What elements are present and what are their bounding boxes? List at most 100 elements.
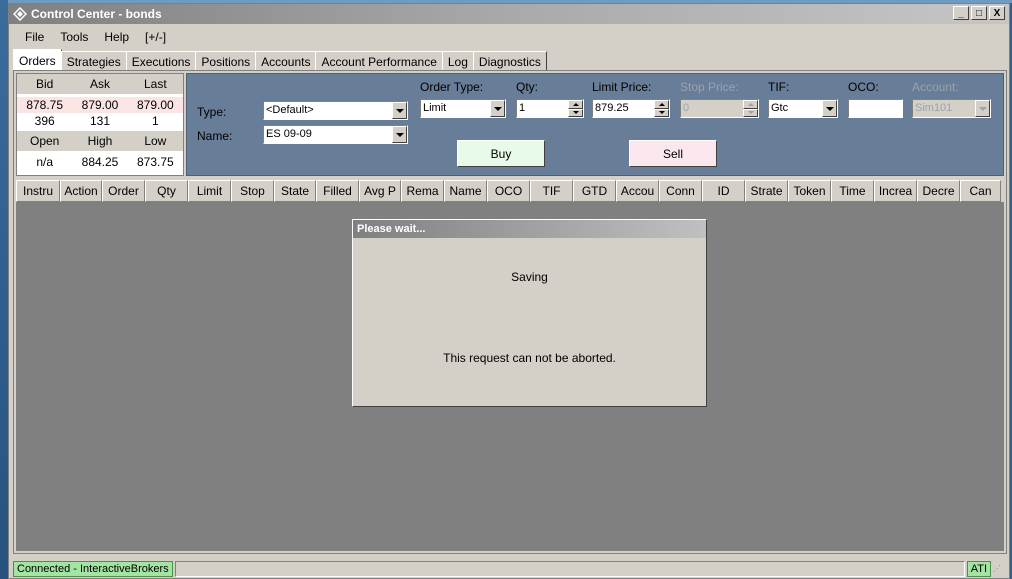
quote-header-bid-ask-last: Bid Ask Last [17,74,183,94]
column-header[interactable]: Accou [616,180,659,202]
column-header[interactable]: Limit [188,180,231,202]
column-header[interactable]: Token [788,180,831,202]
tab-strip: Orders Strategies Executions Positions A… [13,49,547,71]
column-header[interactable]: Conn [659,180,702,202]
tab-accounts[interactable]: Accounts [255,51,317,71]
column-header[interactable]: Can [960,180,1001,202]
tab-log[interactable]: Log [441,51,474,71]
type-label: Type: [197,105,227,119]
menu-help[interactable]: Help [96,30,137,44]
close-button[interactable]: X [989,6,1005,20]
quote-size-row: 396 131 1 [17,113,183,129]
quote-price-row: 878.75 879.00 879.00 [17,97,183,113]
stop-price-value: 0 [683,102,690,114]
status-bar: Connected - InteractiveBrokers ATI ⋰ [9,559,1009,579]
column-header[interactable]: Avg P [359,180,401,202]
menu-tools[interactable]: Tools [52,30,96,44]
oco-label: OCO: [848,80,879,94]
ask-label: Ask [89,77,110,91]
dialog-title: Please wait... [353,220,706,238]
minimize-button[interactable]: _ [953,6,969,20]
column-header[interactable]: Action [60,180,102,202]
column-header[interactable]: Increa [874,180,917,202]
limit-price-stepper[interactable]: 879.25 [592,99,670,118]
qty-label: Qty: [516,80,539,94]
column-header[interactable]: Qty [145,180,188,202]
tab-orders[interactable]: Orders [13,49,62,71]
column-header[interactable]: Order [102,180,145,202]
please-wait-dialog: Please wait... Saving This request can n… [352,219,707,407]
qty-stepper[interactable]: 1 [516,99,584,118]
low-label: Low [144,134,167,148]
chevron-down-icon [392,102,407,119]
name-dropdown[interactable]: ES 09-09 [263,125,408,144]
chevron-down-icon [975,100,990,117]
chevron-down-icon [392,126,407,143]
window-title: Control Center - bonds [31,7,162,21]
account-label: Account: [912,80,959,94]
column-header[interactable]: State [274,180,316,202]
status-message-area [174,561,965,577]
column-header[interactable]: Decre [917,180,960,202]
column-header[interactable]: Instru [16,180,60,202]
chevron-down-icon [490,100,505,117]
ask-price: 879.00 [72,97,128,113]
resize-grip-icon[interactable]: ⋰ [993,563,1005,575]
spinner-icon[interactable] [654,100,669,117]
dialog-message: Saving [511,270,548,284]
tab-executions[interactable]: Executions [125,51,197,71]
type-dropdown[interactable]: <Default> [263,101,408,120]
column-header[interactable]: Stop [231,180,274,202]
column-header[interactable]: Name [444,180,487,202]
last-label: Last [143,77,167,91]
tif-dropdown[interactable]: Gtc [768,99,838,118]
order-type-dropdown[interactable]: Limit [420,99,506,118]
tif-label: TIF: [768,80,790,94]
title-bar[interactable]: Control Center - bonds _ □ X [9,4,1009,24]
limit-price-value: 879.25 [595,102,629,114]
ati-status: ATI [966,561,991,577]
column-header[interactable]: TIF [530,180,573,202]
stop-price-stepper: 0 [680,99,759,118]
bid-size: 396 [34,114,55,128]
bid-price: 878.75 [17,97,73,113]
column-header[interactable]: Rema [401,180,444,202]
buy-button[interactable]: Buy [457,140,545,167]
column-header[interactable]: Time [831,180,874,202]
oco-input[interactable] [848,99,903,118]
tab-positions[interactable]: Positions [195,51,257,71]
qty-value: 1 [519,102,526,114]
column-header[interactable]: GTD [573,180,616,202]
column-header[interactable]: OCO [487,180,530,202]
orders-panel: Bid Ask Last 878.75 879.00 879.00 396 13… [13,70,1007,554]
account-value: Sim101 [915,102,953,114]
stop-price-label: Stop Price: [680,80,739,94]
spinner-icon[interactable] [568,100,583,117]
tab-account-performance[interactable]: Account Performance [315,51,443,71]
sell-button[interactable]: Sell [629,140,717,167]
name-value: ES 09-09 [266,128,312,140]
name-label: Name: [197,129,233,143]
column-header[interactable]: ID [702,180,745,202]
open-value: n/a [36,155,53,169]
order-entry-panel: Type: <Default> Name: ES 09-09 Order Typ… [186,73,1004,176]
app-icon [13,7,27,21]
last-size: 1 [151,114,159,128]
last-price: 879.00 [127,97,183,113]
quote-ohl-row: n/a 884.25 873.75 [17,154,183,170]
column-header[interactable]: Strate [745,180,788,202]
limit-price-label: Limit Price: [592,80,652,94]
spinner-icon [743,100,758,117]
open-label: Open [29,134,60,148]
tab-strategies[interactable]: Strategies [60,51,127,71]
column-header[interactable]: Filled [316,180,359,202]
dialog-note: This request can not be aborted. [443,351,616,365]
menu-file[interactable]: File [17,30,52,44]
quote-box: Bid Ask Last 878.75 879.00 879.00 396 13… [16,73,184,176]
desktop-background [0,0,8,579]
account-dropdown: Sim101 [912,99,991,118]
tab-diagnostics[interactable]: Diagnostics [472,51,547,71]
maximize-button[interactable]: □ [971,6,987,20]
control-center-window: Control Center - bonds _ □ X File Tools … [8,3,1010,579]
menu-expand[interactable]: [+/-] [137,30,174,44]
